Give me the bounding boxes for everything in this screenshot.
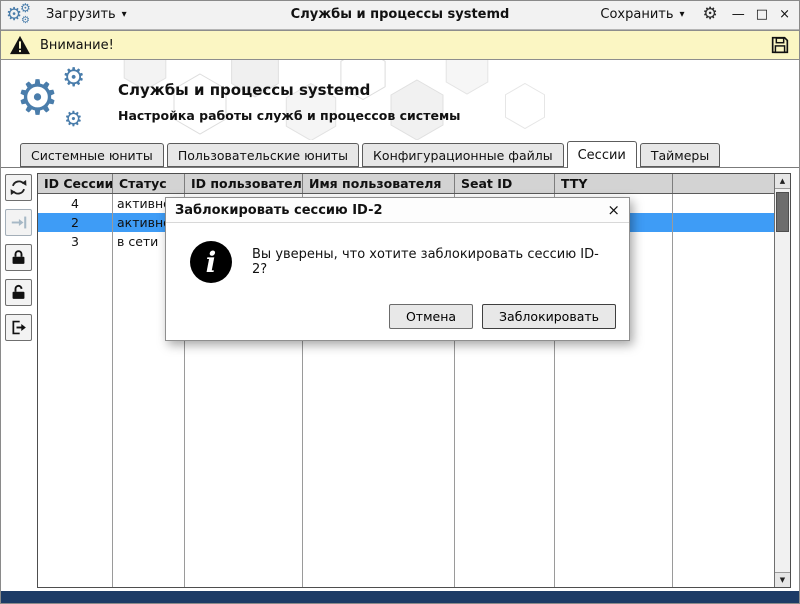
window-title: Службы и процессы systemd xyxy=(290,7,510,22)
tab-system-units[interactable]: Системные юниты xyxy=(20,143,164,167)
load-menu-label: Загрузить xyxy=(46,7,116,22)
page-subtitle: Настройка работы служб и процессов систе… xyxy=(118,108,461,123)
window-titlebar: ⚙ ⚙ ⚙ Загрузить ▾ Службы и процессы syst… xyxy=(0,0,800,30)
logout-icon xyxy=(12,320,26,335)
column-header-tty[interactable]: TTY xyxy=(555,174,673,193)
load-menu-button[interactable]: Загрузить ▾ xyxy=(42,4,131,25)
cancel-button[interactable]: Отмена xyxy=(388,304,474,329)
app-header: ⚙ ⚙ ⚙ Службы и процессы systemd Настройк… xyxy=(0,60,800,140)
dialog-titlebar: Заблокировать сессию ID-2 × xyxy=(166,198,629,223)
gear-icon: ⚙ xyxy=(20,0,31,15)
scrollbar-down-button[interactable]: ▼ xyxy=(775,572,790,587)
lock-session-button[interactable] xyxy=(5,244,32,271)
activate-session-button[interactable] xyxy=(5,209,32,236)
tab-bar: Системные юниты Пользовательские юниты К… xyxy=(0,140,800,168)
info-icon: i xyxy=(190,241,232,283)
refresh-button[interactable] xyxy=(5,174,32,201)
bottom-bar xyxy=(0,591,800,604)
cell-session-id: 2 xyxy=(38,213,113,232)
terminate-session-button[interactable] xyxy=(5,314,32,341)
dialog-title: Заблокировать сессию ID-2 xyxy=(175,202,383,218)
refresh-icon xyxy=(10,180,27,195)
tab-user-units[interactable]: Пользовательские юниты xyxy=(166,143,360,167)
gear-icon: ⚙ xyxy=(21,14,30,26)
page-title: Службы и процессы systemd xyxy=(118,81,371,99)
gear-icon: ⚙ xyxy=(62,63,86,93)
cell-session-id: 3 xyxy=(38,232,113,251)
lock-confirm-button[interactable]: Заблокировать xyxy=(482,304,616,329)
warning-bar: Внимание! xyxy=(0,30,800,60)
floppy-disk-icon xyxy=(771,36,789,54)
column-header-session-id[interactable]: ID Сессии xyxy=(38,174,113,193)
save-to-file-button[interactable] xyxy=(769,34,791,56)
scrollbar-up-button[interactable]: ▲ xyxy=(775,174,790,189)
column-header-status[interactable]: Статус xyxy=(113,174,185,193)
tab-sessions[interactable]: Сессии xyxy=(566,141,637,168)
save-menu-label: Сохранить xyxy=(600,7,674,22)
dialog-message: Вы уверены, что хотите заблокировать сес… xyxy=(252,247,599,277)
tab-config-files[interactable]: Конфигурационные файлы xyxy=(362,143,564,167)
warning-icon xyxy=(10,35,30,55)
enter-session-icon xyxy=(11,216,27,229)
table-header-row: ID Сессии Статус ID пользователя Имя пол… xyxy=(38,174,774,194)
scrollbar-thumb[interactable] xyxy=(776,192,789,232)
unlock-icon xyxy=(12,284,25,299)
app-logo: ⚙ ⚙ ⚙ xyxy=(6,2,34,28)
column-header-empty xyxy=(673,174,774,193)
column-header-username[interactable]: Имя пользователя xyxy=(303,174,455,193)
settings-gear-icon[interactable]: ⚙ xyxy=(703,6,718,23)
lock-session-dialog: Заблокировать сессию ID-2 × i Вы уверены… xyxy=(165,197,630,341)
gear-icon: ⚙ xyxy=(64,107,83,131)
unlock-session-button[interactable] xyxy=(5,279,32,306)
dialog-body: i Вы уверены, что хотите заблокировать с… xyxy=(166,223,629,283)
dialog-buttons: Отмена Заблокировать xyxy=(388,304,616,329)
column-header-user-id[interactable]: ID пользователя xyxy=(185,174,303,193)
gear-icon: ⚙ xyxy=(16,70,60,126)
arrow-up-icon: ▲ xyxy=(779,177,786,185)
dialog-close-button[interactable]: × xyxy=(607,202,620,218)
window-controls: — □ × xyxy=(732,8,790,21)
maximize-button[interactable]: □ xyxy=(756,8,768,21)
column-header-seat-id[interactable]: Seat ID xyxy=(455,174,555,193)
minimize-button[interactable]: — xyxy=(732,8,745,21)
tab-timers[interactable]: Таймеры xyxy=(639,143,721,167)
cell-session-id: 4 xyxy=(38,194,113,213)
hexagon-pattern xyxy=(123,60,545,140)
close-button[interactable]: × xyxy=(779,8,790,21)
save-menu-button[interactable]: Сохранить ▾ xyxy=(596,4,688,25)
warning-label: Внимание! xyxy=(40,37,114,53)
chevron-down-icon: ▾ xyxy=(121,8,127,20)
arrow-down-icon: ▼ xyxy=(779,576,786,584)
lock-icon xyxy=(12,250,25,264)
vertical-scrollbar[interactable]: ▲ ▼ xyxy=(774,174,790,587)
chevron-down-icon: ▾ xyxy=(679,8,685,20)
app-gears-logo: ⚙ ⚙ ⚙ xyxy=(16,62,111,138)
session-toolbar xyxy=(5,174,32,341)
